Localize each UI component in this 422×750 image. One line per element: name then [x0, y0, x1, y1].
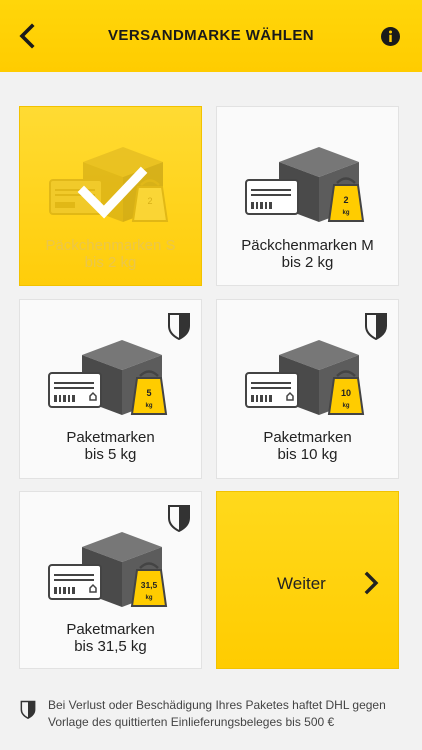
weight-tag-unit: kg: [342, 210, 349, 216]
package-icon: 31,5 kg: [48, 532, 168, 607]
weight-tag-unit: kg: [342, 403, 349, 409]
product-name: Paketmarken: [263, 429, 352, 446]
product-tile-paeckchen-s[interactable]: 2 Päckchenmarken S bis 2 kg: [19, 106, 202, 286]
weiter-label: Weiter: [277, 574, 326, 593]
product-tile-paket-10kg[interactable]: 10 kg Paketmarken bis 10 kg: [216, 299, 399, 479]
back-chevron-icon[interactable]: [12, 20, 44, 52]
product-tile-paket-31-5kg[interactable]: 31,5 kg Paketmarken bis 31,5 kg: [19, 491, 202, 669]
product-name: Paketmarken: [66, 429, 155, 446]
weight-tag-text: 2: [147, 196, 152, 206]
weight-tag-text: 2: [343, 195, 348, 205]
product-label: Paketmarken bis 5 kg: [20, 429, 201, 463]
product-label: Paketmarken bis 10 kg: [217, 429, 398, 463]
product-weight: bis 31,5 kg: [74, 638, 147, 655]
product-weight: bis 5 kg: [84, 446, 137, 463]
product-label: Päckchenmarken M bis 2 kg: [217, 237, 398, 271]
product-name: Päckchenmarken S: [45, 237, 176, 254]
product-weight: bis 10 kg: [277, 446, 338, 463]
weight-tag-text: 31,5: [141, 580, 158, 590]
info-icon[interactable]: [381, 27, 400, 46]
package-icon: 5 kg: [48, 340, 168, 415]
product-label: Päckchenmarken S bis 2 kg: [20, 237, 201, 271]
weight-tag-text: 5: [146, 388, 151, 398]
header-bar: VERSANDMARKE WÄHLEN: [0, 0, 422, 72]
package-icon: 2 kg: [245, 147, 365, 222]
package-icon: 10 kg: [245, 340, 365, 415]
product-name: Päckchenmarken M: [241, 237, 374, 254]
weiter-button[interactable]: Weiter: [216, 491, 399, 669]
liability-note: Bei Verlust oder Beschädigung Ihres Pake…: [48, 698, 386, 729]
product-name: Paketmarken: [66, 621, 155, 638]
weight-tag-unit: kg: [145, 403, 152, 409]
product-weight: bis 2 kg: [84, 254, 137, 271]
weight-tag-unit: kg: [145, 595, 152, 601]
product-label: Paketmarken bis 31,5 kg: [20, 621, 201, 655]
shield-icon: [20, 700, 36, 719]
product-tile-paket-5kg[interactable]: 5 kg Paketmarken bis 5 kg: [19, 299, 202, 479]
page-title: VERSANDMARKE WÄHLEN: [108, 27, 314, 44]
product-weight: bis 2 kg: [281, 254, 334, 271]
weight-tag-text: 10: [341, 388, 351, 398]
package-icon: 2: [49, 147, 169, 222]
product-tile-paeckchen-m[interactable]: 2 kg Päckchenmarken M bis 2 kg: [216, 106, 399, 286]
chevron-right-icon: [364, 571, 379, 595]
